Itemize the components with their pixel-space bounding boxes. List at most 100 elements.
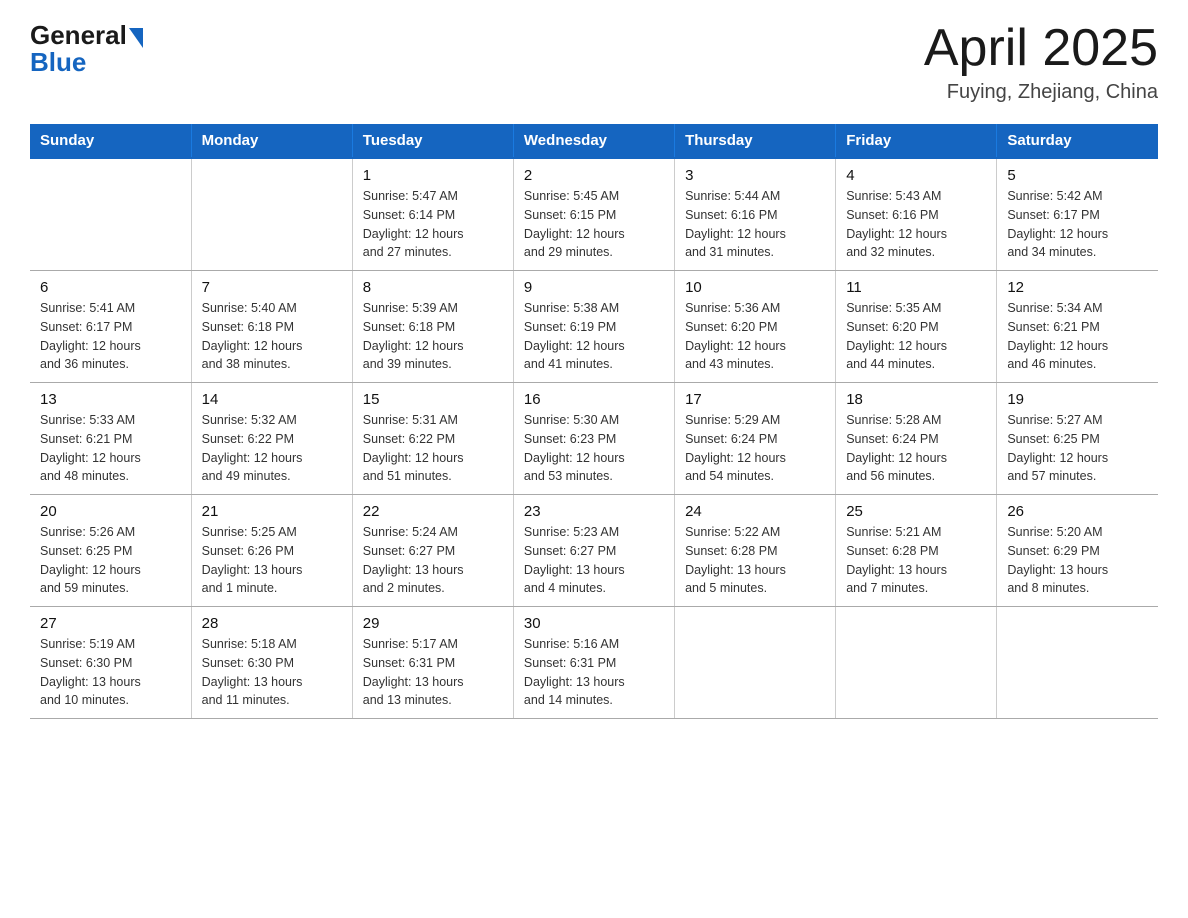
day-info: Sunrise: 5:19 AM Sunset: 6:30 PM Dayligh…	[40, 637, 141, 707]
calendar-day-cell: 4 Sunrise: 5:43 AM Sunset: 6:16 PM Daylig…	[836, 158, 997, 271]
day-number: 24	[685, 503, 825, 520]
calendar-day-cell: 27 Sunrise: 5:19 AM Sunset: 6:30 PM Dayli…	[30, 607, 191, 719]
day-number: 15	[363, 391, 503, 408]
day-info: Sunrise: 5:22 AM Sunset: 6:28 PM Dayligh…	[685, 525, 786, 595]
day-number: 30	[524, 615, 664, 632]
calendar-day-cell: 2 Sunrise: 5:45 AM Sunset: 6:15 PM Daylig…	[513, 158, 674, 271]
day-info: Sunrise: 5:43 AM Sunset: 6:16 PM Dayligh…	[846, 189, 947, 259]
day-info: Sunrise: 5:47 AM Sunset: 6:14 PM Dayligh…	[363, 189, 464, 259]
day-number: 18	[846, 391, 986, 408]
day-number: 9	[524, 279, 664, 296]
day-number: 2	[524, 167, 664, 184]
logo-triangle-icon	[129, 28, 143, 48]
calendar-day-cell: 26 Sunrise: 5:20 AM Sunset: 6:29 PM Dayli…	[997, 495, 1158, 607]
calendar-day-cell: 12 Sunrise: 5:34 AM Sunset: 6:21 PM Dayli…	[997, 271, 1158, 383]
day-info: Sunrise: 5:44 AM Sunset: 6:16 PM Dayligh…	[685, 189, 786, 259]
calendar-day-cell: 21Sunrise: 5:25 AM Sunset: 6:26 PM Dayli…	[191, 495, 352, 607]
day-of-week-header: Tuesday	[352, 124, 513, 158]
calendar-day-cell: 23 Sunrise: 5:23 AM Sunset: 6:27 PM Dayli…	[513, 495, 674, 607]
calendar-day-cell: 18 Sunrise: 5:28 AM Sunset: 6:24 PM Dayli…	[836, 383, 997, 495]
month-year-title: April 2025	[924, 20, 1158, 77]
day-number: 8	[363, 279, 503, 296]
day-number: 20	[40, 503, 181, 520]
day-info: Sunrise: 5:30 AM Sunset: 6:23 PM Dayligh…	[524, 413, 625, 483]
day-number: 26	[1007, 503, 1148, 520]
day-info: Sunrise: 5:40 AM Sunset: 6:18 PM Dayligh…	[202, 301, 303, 371]
day-info: Sunrise: 5:26 AM Sunset: 6:25 PM Dayligh…	[40, 525, 141, 595]
calendar-day-cell: 8 Sunrise: 5:39 AM Sunset: 6:18 PM Daylig…	[352, 271, 513, 383]
calendar-day-cell: 7Sunrise: 5:40 AM Sunset: 6:18 PM Daylig…	[191, 271, 352, 383]
day-number: 21	[202, 503, 342, 520]
calendar-day-cell	[997, 607, 1158, 719]
day-number: 4	[846, 167, 986, 184]
day-number: 23	[524, 503, 664, 520]
calendar-day-cell: 16 Sunrise: 5:30 AM Sunset: 6:23 PM Dayli…	[513, 383, 674, 495]
calendar-day-cell: 14 Sunrise: 5:32 AM Sunset: 6:22 PM Dayli…	[191, 383, 352, 495]
day-info: Sunrise: 5:33 AM Sunset: 6:21 PM Dayligh…	[40, 413, 141, 483]
day-number: 17	[685, 391, 825, 408]
day-of-week-header: Friday	[836, 124, 997, 158]
calendar-day-cell: 17 Sunrise: 5:29 AM Sunset: 6:24 PM Dayli…	[675, 383, 836, 495]
day-info: Sunrise: 5:39 AM Sunset: 6:18 PM Dayligh…	[363, 301, 464, 371]
calendar-header-row: SundayMondayTuesdayWednesdayThursdayFrid…	[30, 124, 1158, 158]
calendar-day-cell: 28Sunrise: 5:18 AM Sunset: 6:30 PM Dayli…	[191, 607, 352, 719]
day-info: Sunrise: 5:45 AM Sunset: 6:15 PM Dayligh…	[524, 189, 625, 259]
day-info: Sunrise: 5:31 AM Sunset: 6:22 PM Dayligh…	[363, 413, 464, 483]
day-number: 16	[524, 391, 664, 408]
day-number: 10	[685, 279, 825, 296]
calendar-week-row: 20 Sunrise: 5:26 AM Sunset: 6:25 PM Dayli…	[30, 495, 1158, 607]
day-info: Sunrise: 5:27 AM Sunset: 6:25 PM Dayligh…	[1007, 413, 1108, 483]
calendar-day-cell: 15 Sunrise: 5:31 AM Sunset: 6:22 PM Dayli…	[352, 383, 513, 495]
location-text: Fuying, Zhejiang, China	[924, 81, 1158, 104]
calendar-day-cell: 5 Sunrise: 5:42 AM Sunset: 6:17 PM Daylig…	[997, 158, 1158, 271]
day-number: 27	[40, 615, 181, 632]
day-number: 28	[202, 615, 342, 632]
calendar-day-cell: 13 Sunrise: 5:33 AM Sunset: 6:21 PM Dayli…	[30, 383, 191, 495]
calendar-day-cell: 10 Sunrise: 5:36 AM Sunset: 6:20 PM Dayli…	[675, 271, 836, 383]
calendar-day-cell	[191, 158, 352, 271]
day-of-week-header: Wednesday	[513, 124, 674, 158]
day-of-week-header: Saturday	[997, 124, 1158, 158]
day-info: Sunrise: 5:38 AM Sunset: 6:19 PM Dayligh…	[524, 301, 625, 371]
day-number: 5	[1007, 167, 1148, 184]
day-number: 29	[363, 615, 503, 632]
calendar-day-cell: 25Sunrise: 5:21 AM Sunset: 6:28 PM Dayli…	[836, 495, 997, 607]
calendar-week-row: 1Sunrise: 5:47 AM Sunset: 6:14 PM Daylig…	[30, 158, 1158, 271]
calendar-day-cell: 19 Sunrise: 5:27 AM Sunset: 6:25 PM Dayli…	[997, 383, 1158, 495]
day-info: Sunrise: 5:17 AM Sunset: 6:31 PM Dayligh…	[363, 637, 464, 707]
calendar-day-cell: 22Sunrise: 5:24 AM Sunset: 6:27 PM Dayli…	[352, 495, 513, 607]
day-info: Sunrise: 5:28 AM Sunset: 6:24 PM Dayligh…	[846, 413, 947, 483]
calendar-day-cell	[30, 158, 191, 271]
calendar-day-cell: 20 Sunrise: 5:26 AM Sunset: 6:25 PM Dayli…	[30, 495, 191, 607]
calendar-day-cell: 6Sunrise: 5:41 AM Sunset: 6:17 PM Daylig…	[30, 271, 191, 383]
day-number: 11	[846, 279, 986, 296]
calendar-day-cell: 11Sunrise: 5:35 AM Sunset: 6:20 PM Dayli…	[836, 271, 997, 383]
day-info: Sunrise: 5:24 AM Sunset: 6:27 PM Dayligh…	[363, 525, 464, 595]
day-info: Sunrise: 5:20 AM Sunset: 6:29 PM Dayligh…	[1007, 525, 1108, 595]
day-of-week-header: Monday	[191, 124, 352, 158]
day-info: Sunrise: 5:32 AM Sunset: 6:22 PM Dayligh…	[202, 413, 303, 483]
day-info: Sunrise: 5:29 AM Sunset: 6:24 PM Dayligh…	[685, 413, 786, 483]
day-info: Sunrise: 5:36 AM Sunset: 6:20 PM Dayligh…	[685, 301, 786, 371]
calendar-day-cell	[675, 607, 836, 719]
calendar-day-cell: 3Sunrise: 5:44 AM Sunset: 6:16 PM Daylig…	[675, 158, 836, 271]
day-number: 12	[1007, 279, 1148, 296]
day-number: 14	[202, 391, 342, 408]
calendar-week-row: 6Sunrise: 5:41 AM Sunset: 6:17 PM Daylig…	[30, 271, 1158, 383]
calendar-day-cell	[836, 607, 997, 719]
calendar-table: SundayMondayTuesdayWednesdayThursdayFrid…	[30, 124, 1158, 719]
day-number: 19	[1007, 391, 1148, 408]
calendar-day-cell: 24 Sunrise: 5:22 AM Sunset: 6:28 PM Dayli…	[675, 495, 836, 607]
logo-blue-text: Blue	[30, 47, 86, 78]
day-of-week-header: Thursday	[675, 124, 836, 158]
calendar-day-cell: 29 Sunrise: 5:17 AM Sunset: 6:31 PM Dayli…	[352, 607, 513, 719]
day-number: 6	[40, 279, 181, 296]
day-info: Sunrise: 5:34 AM Sunset: 6:21 PM Dayligh…	[1007, 301, 1108, 371]
day-info: Sunrise: 5:21 AM Sunset: 6:28 PM Dayligh…	[846, 525, 947, 595]
day-info: Sunrise: 5:23 AM Sunset: 6:27 PM Dayligh…	[524, 525, 625, 595]
calendar-day-cell: 30Sunrise: 5:16 AM Sunset: 6:31 PM Dayli…	[513, 607, 674, 719]
day-of-week-header: Sunday	[30, 124, 191, 158]
day-info: Sunrise: 5:42 AM Sunset: 6:17 PM Dayligh…	[1007, 189, 1108, 259]
day-number: 13	[40, 391, 181, 408]
calendar-day-cell: 1Sunrise: 5:47 AM Sunset: 6:14 PM Daylig…	[352, 158, 513, 271]
